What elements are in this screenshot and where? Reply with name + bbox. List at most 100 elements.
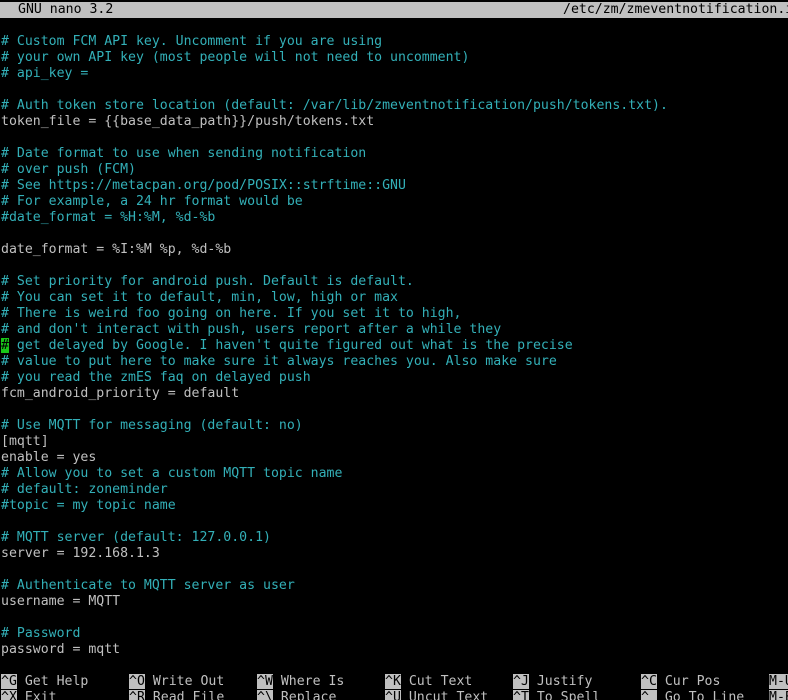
comment-text: # Password (1, 626, 81, 641)
shortcut-to-spell[interactable]: ^T To Spell (513, 690, 600, 700)
shortcut-key: ^X (1, 690, 17, 700)
shortcut-key: ^U (385, 690, 401, 700)
editor-line[interactable]: # Password (1, 626, 787, 642)
editor-line[interactable]: fcm_android_priority = default (1, 386, 787, 402)
editor-line[interactable] (1, 82, 787, 98)
shortcut-key: ^W (257, 674, 273, 689)
shortcut-key: ^R (129, 690, 145, 700)
shortcut-label: Get Help (24, 674, 89, 689)
shortcut-meta-6[interactable]: M-U (769, 674, 788, 690)
editor-line[interactable]: # Auth token store location (default: /v… (1, 98, 787, 114)
shortcut-cur-pos[interactable]: ^C Cur Pos (641, 674, 720, 690)
comment-text: # your own API key (most people will not… (1, 50, 470, 65)
shortcut-key: ^G (1, 674, 17, 689)
comment-text: # default: zoneminder (1, 482, 168, 497)
editor-line[interactable]: enable = yes (1, 450, 787, 466)
shortcut-label: Where Is (280, 674, 345, 689)
setting-text: date_format = %I:%M %p, %d-%b (1, 242, 232, 257)
editor-line[interactable]: # You can set it to default, min, low, h… (1, 290, 787, 306)
comment-text: # value to put here to make sure it alwa… (1, 354, 557, 369)
editor-line[interactable]: password = mqtt (1, 642, 787, 658)
comment-text: # you read the zmES faq on delayed push (1, 370, 311, 385)
editor-line[interactable]: server = 192.168.1.3 (1, 546, 787, 562)
editor-line[interactable]: # Date format to use when sending notifi… (1, 146, 787, 162)
editor-line[interactable]: # and don't interact with push, users re… (1, 322, 787, 338)
title-bar: GNU nano 3.2 /etc/zm/zmeventnotification… (0, 2, 788, 18)
app-version: GNU nano 3.2 (18, 2, 114, 17)
shortcut-key: ^K (385, 674, 401, 689)
editor-line[interactable]: # value to put here to make sure it alwa… (1, 354, 787, 370)
editor-line[interactable]: #date_format = %H:%M, %d-%b (1, 210, 787, 226)
comment-text: # There is weird foo going on here. If y… (1, 306, 462, 321)
editor-line[interactable]: # See https://metacpan.org/pod/POSIX::st… (1, 178, 787, 194)
comment-text: # Use MQTT for messaging (default: no) (1, 418, 303, 433)
shortcut-read-file[interactable]: ^R Read File (129, 690, 224, 700)
shortcut-label: Replace (280, 690, 337, 700)
editor-line[interactable]: # Allow you to set a custom MQTT topic n… (1, 466, 787, 482)
editor-line[interactable] (1, 226, 787, 242)
shortcut-key: ^_ (641, 690, 657, 700)
comment-text: #topic = my topic name (1, 498, 176, 513)
comment-text: # For example, a 24 hr format would be (1, 194, 303, 209)
editor-line[interactable]: [mqtt] (1, 434, 787, 450)
editor-line[interactable]: username = MQTT (1, 594, 787, 610)
editor-line[interactable]: # over push (FCM) (1, 162, 787, 178)
shortcut-bar: ^G Get Help ^O Write Out ^W Where Is ^K Cut… (0, 674, 788, 700)
shortcut-go-to-line[interactable]: ^_ Go To Line (641, 690, 744, 700)
editor-line[interactable]: # you read the zmES faq on delayed push (1, 370, 787, 386)
editor-line[interactable] (1, 562, 787, 578)
text-cursor: # (1, 338, 9, 353)
editor-line[interactable]: # get delayed by Google. I haven't quite… (1, 338, 787, 354)
editor-line[interactable]: # your own API key (most people will not… (1, 50, 787, 66)
shortcut-label: Read File (152, 690, 225, 700)
shortcut-uncut-text[interactable]: ^U Uncut Text (385, 690, 488, 700)
editor-line[interactable]: # default: zoneminder (1, 482, 787, 498)
setting-text: enable = yes (1, 450, 97, 465)
comment-text: # Allow you to set a custom MQTT topic n… (1, 466, 343, 481)
shortcut-key: M-U (769, 674, 788, 689)
shortcut-label: Write Out (152, 674, 225, 689)
shortcut-key: ^T (513, 690, 529, 700)
editor-line[interactable] (1, 514, 787, 530)
shortcut-label: Go To Line (664, 690, 745, 700)
editor-line[interactable]: # Custom FCM API key. Uncomment if you a… (1, 34, 787, 50)
shortcut-write-out[interactable]: ^O Write Out (129, 674, 224, 690)
comment-text: #date_format = %H:%M, %d-%b (1, 210, 216, 225)
comment-text: # Custom FCM API key. Uncomment if you a… (1, 34, 383, 49)
editor-line[interactable]: # Set priority for android push. Default… (1, 274, 787, 290)
file-name: /etc/zm/zmeventnotification.i (563, 2, 788, 17)
shortcut-label: Justify (536, 674, 593, 689)
editor-line[interactable]: # There is weird foo going on here. If y… (1, 306, 787, 322)
comment-text: # MQTT server (default: 127.0.0.1) (1, 530, 271, 545)
shortcut-key: ^J (513, 674, 529, 689)
editor-line[interactable]: date_format = %I:%M %p, %d-%b (1, 242, 787, 258)
shortcut-meta-6[interactable]: M-E (769, 690, 788, 700)
shortcut-replace[interactable]: ^\ Replace (257, 690, 336, 700)
editor-line[interactable] (1, 402, 787, 418)
shortcut-label: Exit (24, 690, 57, 700)
shortcut-exit[interactable]: ^X Exit (1, 690, 57, 700)
setting-text: fcm_android_priority = default (1, 386, 240, 401)
comment-text: # Date format to use when sending notifi… (1, 146, 367, 161)
editor-line[interactable]: # For example, a 24 hr format would be (1, 194, 787, 210)
shortcut-key: M-E (769, 690, 788, 700)
shortcut-where-is[interactable]: ^W Where Is (257, 674, 344, 690)
editor-area[interactable]: # Custom FCM API key. Uncomment if you a… (1, 34, 787, 658)
editor-line[interactable]: # api_key = (1, 66, 787, 82)
editor-line[interactable]: #topic = my topic name (1, 498, 787, 514)
comment-text: # over push (FCM) (1, 162, 136, 177)
shortcut-justify[interactable]: ^J Justify (513, 674, 592, 690)
comment-text: # See https://metacpan.org/pod/POSIX::st… (1, 178, 406, 193)
editor-line[interactable] (1, 610, 787, 626)
setting-text: password = mqtt (1, 642, 121, 657)
shortcut-cut-text[interactable]: ^K Cut Text (385, 674, 472, 690)
editor-line[interactable]: # MQTT server (default: 127.0.0.1) (1, 530, 787, 546)
editor-line[interactable] (1, 130, 787, 146)
editor-line[interactable]: token_file = {{base_data_path}}/push/tok… (1, 114, 787, 130)
shortcut-get-help[interactable]: ^G Get Help (1, 674, 88, 690)
shortcut-key: ^\ (257, 690, 273, 700)
editor-line[interactable]: # Use MQTT for messaging (default: no) (1, 418, 787, 434)
comment-text: # Set priority for android push. Default… (1, 274, 414, 289)
editor-line[interactable] (1, 258, 787, 274)
editor-line[interactable]: # Authenticate to MQTT server as user (1, 578, 787, 594)
